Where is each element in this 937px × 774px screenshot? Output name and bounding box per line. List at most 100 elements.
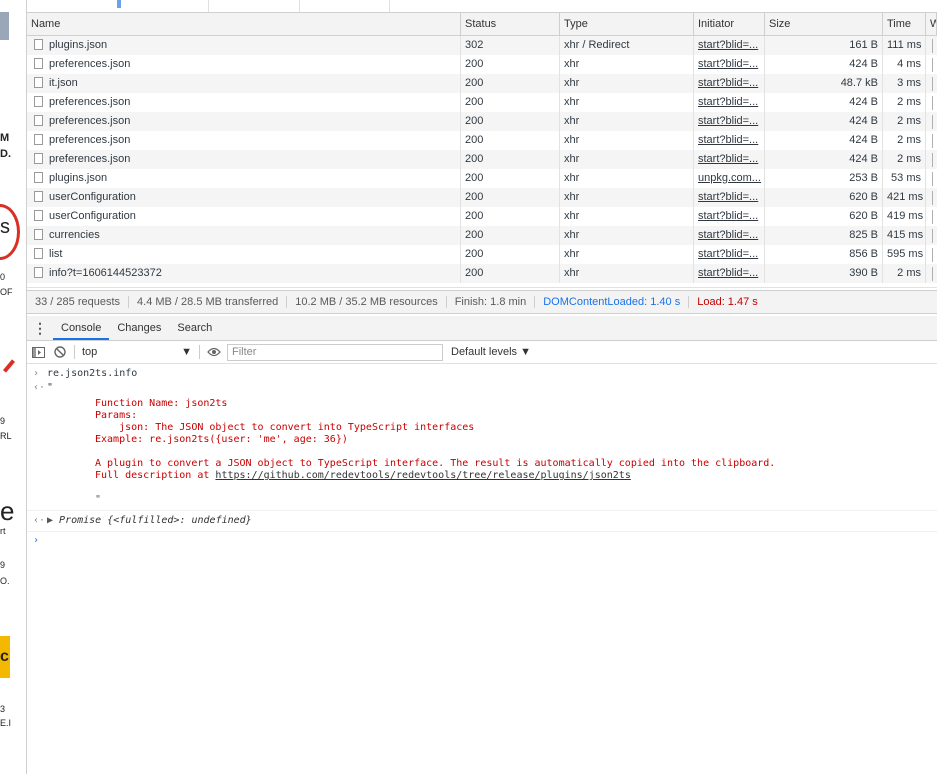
cell-status: 200 bbox=[461, 55, 560, 74]
cell-name: preferences.json bbox=[27, 150, 461, 169]
cell-initiator-link[interactable]: start?blid=... bbox=[694, 112, 765, 131]
cell-initiator-link[interactable]: start?blid=... bbox=[694, 207, 765, 226]
cell-name: userConfiguration bbox=[27, 207, 461, 226]
cell-initiator-link[interactable]: start?blid=... bbox=[694, 36, 765, 55]
output-line: A plugin to convert a JSON object to Typ… bbox=[95, 458, 937, 470]
table-row[interactable]: it.json200xhrstart?blid=...48.7 kB3 ms bbox=[27, 74, 937, 93]
promise-result[interactable]: Promise {<fulfilled>: undefined} bbox=[59, 515, 252, 526]
table-row[interactable]: preferences.json200xhrstart?blid=...424 … bbox=[27, 55, 937, 74]
cell-name: list bbox=[27, 245, 461, 264]
cell-initiator-link[interactable]: start?blid=... bbox=[694, 74, 765, 93]
result-arrow-icon: ‹· bbox=[33, 515, 45, 527]
cell-waterfall bbox=[926, 74, 937, 93]
cell-status: 200 bbox=[461, 112, 560, 131]
cell-waterfall bbox=[926, 93, 937, 112]
file-icon bbox=[34, 39, 43, 50]
table-row[interactable] bbox=[27, 283, 937, 288]
cell-initiator-link[interactable]: start?blid=... bbox=[694, 93, 765, 112]
cell-time: 2 ms bbox=[883, 264, 926, 283]
table-row[interactable]: plugins.json200xhrunpkg.com...253 B53 ms bbox=[27, 169, 937, 188]
page-fragment: 3 bbox=[0, 704, 5, 714]
table-row[interactable]: userConfiguration200xhrstart?blid=...620… bbox=[27, 207, 937, 226]
clear-console-icon[interactable] bbox=[49, 341, 71, 363]
column-header-waterfall[interactable]: W bbox=[926, 13, 937, 35]
cell-initiator-link[interactable]: start?blid=... bbox=[694, 264, 765, 283]
finish-time: Finish: 1.8 min bbox=[447, 296, 536, 308]
cell-initiator-link[interactable]: start?blid=... bbox=[694, 150, 765, 169]
table-row[interactable]: currencies200xhrstart?blid=...825 B415 m… bbox=[27, 226, 937, 245]
toolbar-divider bbox=[199, 345, 200, 359]
cell-size: 825 B bbox=[765, 226, 883, 245]
page-fragment: 9 bbox=[0, 416, 5, 426]
more-tools-menu-icon[interactable]: ⋮ bbox=[27, 316, 53, 340]
page-fragment: rt bbox=[0, 526, 6, 536]
devtools-panel: Name Status Type Initiator Size Time W p… bbox=[27, 0, 937, 774]
cell-status: 200 bbox=[461, 207, 560, 226]
cell-name: plugins.json bbox=[27, 169, 461, 188]
log-levels-dropdown[interactable]: Default levels ▼ bbox=[451, 346, 531, 358]
cell-initiator-link[interactable]: start?blid=... bbox=[694, 131, 765, 150]
column-header-status[interactable]: Status bbox=[461, 13, 560, 35]
column-header-name[interactable]: Name bbox=[27, 13, 461, 35]
input-prompt-icon: › bbox=[33, 368, 39, 380]
cell-size: 424 B bbox=[765, 55, 883, 74]
cell-time: 4 ms bbox=[883, 55, 926, 74]
console-input-entry: › re.json2ts.info ‹· " Function Name: js… bbox=[27, 364, 937, 511]
network-timeline-overview[interactable] bbox=[27, 0, 937, 13]
page-icon bbox=[0, 12, 9, 40]
tab-console[interactable]: Console bbox=[53, 316, 109, 340]
drawer-tabbar: ⋮ Console Changes Search bbox=[27, 316, 937, 341]
tab-search[interactable]: Search bbox=[169, 316, 220, 340]
cell-size: 424 B bbox=[765, 112, 883, 131]
chevron-down-icon: ▼ bbox=[181, 346, 192, 358]
red-mark-icon bbox=[3, 359, 15, 372]
tab-changes[interactable]: Changes bbox=[109, 316, 169, 340]
column-header-type[interactable]: Type bbox=[560, 13, 694, 35]
table-row[interactable]: preferences.json200xhrstart?blid=...424 … bbox=[27, 93, 937, 112]
context-selector[interactable]: top ▼ bbox=[78, 346, 196, 358]
cell-initiator-link[interactable]: start?blid=... bbox=[694, 55, 765, 74]
console-prompt-line[interactable]: › bbox=[27, 532, 937, 535]
cell-size: 48.7 kB bbox=[765, 74, 883, 93]
output-quote-open: " bbox=[47, 382, 53, 393]
table-body: plugins.json302xhr / Redirectstart?blid=… bbox=[27, 36, 937, 283]
file-icon bbox=[34, 248, 43, 259]
cell-time: 2 ms bbox=[883, 150, 926, 169]
cell-time: 111 ms bbox=[883, 36, 926, 55]
output-line: json: The JSON object to convert into Ty… bbox=[95, 422, 937, 434]
table-row[interactable]: preferences.json200xhrstart?blid=...424 … bbox=[27, 112, 937, 131]
cell-status: 200 bbox=[461, 226, 560, 245]
request-name: preferences.json bbox=[49, 115, 130, 127]
filter-input[interactable]: Filter bbox=[227, 344, 443, 361]
cell-name: preferences.json bbox=[27, 112, 461, 131]
background-page-strip: M D. s 0 OF 9 RL e rt 9 O. c 3 E.I bbox=[0, 0, 27, 774]
cell-type: xhr bbox=[560, 245, 694, 264]
file-icon bbox=[34, 96, 43, 107]
cell-initiator-link[interactable]: start?blid=... bbox=[694, 226, 765, 245]
cell-type: xhr / Redirect bbox=[560, 36, 694, 55]
cell-status: 200 bbox=[461, 93, 560, 112]
column-header-initiator[interactable]: Initiator bbox=[694, 13, 765, 35]
table-row[interactable]: preferences.json200xhrstart?blid=...424 … bbox=[27, 131, 937, 150]
table-row[interactable]: plugins.json302xhr / Redirectstart?blid=… bbox=[27, 36, 937, 55]
show-sidebar-icon[interactable] bbox=[27, 341, 49, 363]
output-line: Example: re.json2ts({user: 'me', age: 36… bbox=[95, 434, 937, 446]
cell-size: 424 B bbox=[765, 131, 883, 150]
file-icon bbox=[34, 172, 43, 183]
cell-initiator-link[interactable]: start?blid=... bbox=[694, 245, 765, 264]
eye-icon[interactable] bbox=[203, 341, 225, 363]
request-name: preferences.json bbox=[49, 96, 130, 108]
cell-size: 253 B bbox=[765, 169, 883, 188]
table-row[interactable]: info?t=1606144523372200xhrstart?blid=...… bbox=[27, 264, 937, 283]
cell-name: it.json bbox=[27, 74, 461, 93]
full-description-link[interactable]: https://github.com/redevtools/redevtools… bbox=[215, 470, 630, 481]
cell-waterfall bbox=[926, 150, 937, 169]
expand-triangle-icon[interactable]: ▶ bbox=[47, 515, 59, 526]
cell-initiator-link[interactable]: unpkg.com... bbox=[694, 169, 765, 188]
table-row[interactable]: preferences.json200xhrstart?blid=...424 … bbox=[27, 150, 937, 169]
column-header-size[interactable]: Size bbox=[765, 13, 883, 35]
table-row[interactable]: userConfiguration200xhrstart?blid=...620… bbox=[27, 188, 937, 207]
cell-initiator-link[interactable]: start?blid=... bbox=[694, 188, 765, 207]
column-header-time[interactable]: Time bbox=[883, 13, 926, 35]
table-row[interactable]: list200xhrstart?blid=...856 B595 ms bbox=[27, 245, 937, 264]
